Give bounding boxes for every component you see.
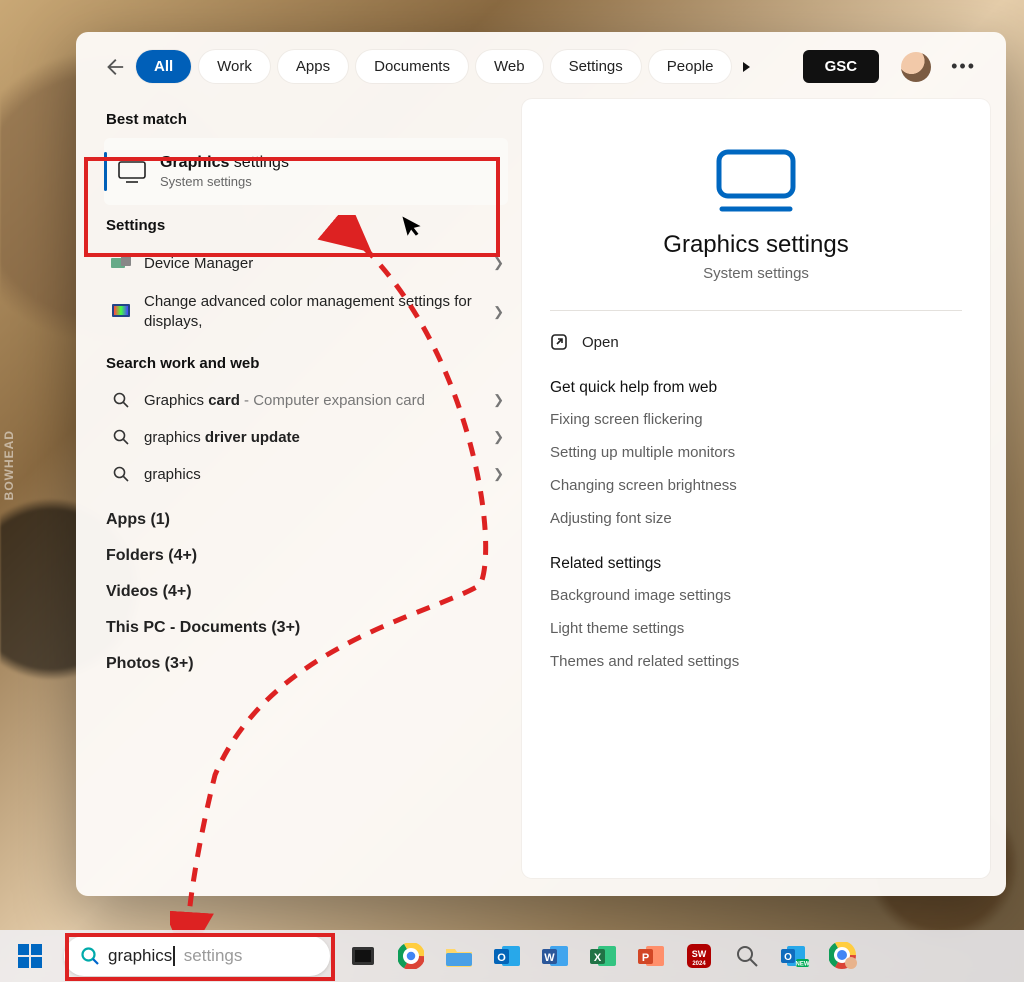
settings-item-color-management[interactable]: Change advanced color management setting… — [104, 282, 508, 343]
chevron-right-icon: ❯ — [493, 304, 504, 320]
open-label: Open — [582, 334, 619, 351]
chevron-right-icon: ❯ — [493, 466, 504, 482]
taskbar-app-chrome-profile[interactable] — [822, 935, 864, 977]
filter-tab-apps[interactable]: Apps — [278, 50, 348, 83]
search-icon — [110, 429, 132, 445]
open-external-icon — [550, 333, 568, 351]
filter-tab-documents[interactable]: Documents — [356, 50, 468, 83]
web-search-item[interactable]: graphics ❯ — [104, 456, 508, 493]
filter-tab-all[interactable]: All — [136, 50, 191, 83]
result-category-heading[interactable]: This PC - Documents (3+) — [106, 619, 508, 637]
filter-tab-web[interactable]: Web — [476, 50, 543, 83]
color-management-icon — [110, 304, 132, 320]
related-setting-link[interactable]: Light theme settings — [550, 620, 962, 637]
open-action[interactable]: Open — [550, 333, 962, 351]
quick-help-link[interactable]: Adjusting font size — [550, 510, 962, 527]
taskbar-search-input[interactable]: graphics settings — [64, 936, 330, 976]
quick-help-link[interactable]: Setting up multiple monitors — [550, 444, 962, 461]
quick-help-link[interactable]: Fixing screen flickering — [550, 411, 962, 428]
gsc-button[interactable]: GSC — [803, 50, 880, 83]
svg-text:P: P — [642, 952, 649, 964]
taskbar-app-magnifier[interactable] — [726, 935, 768, 977]
result-category-heading[interactable]: Videos (4+) — [106, 583, 508, 601]
taskbar-app-solidworks[interactable]: SW 2024 — [678, 935, 720, 977]
taskbar: graphics settings O W X P SW 2024 O NEW — [0, 930, 1024, 982]
windows-logo-icon — [18, 944, 42, 968]
back-button[interactable] — [100, 53, 128, 81]
quick-help-link[interactable]: Changing screen brightness — [550, 477, 962, 494]
results-column: Best match Graphics settings System sett… — [104, 99, 508, 878]
svg-text:O: O — [784, 952, 792, 963]
web-search-label: graphics driver update — [144, 429, 481, 446]
filter-tab-settings[interactable]: Settings — [551, 50, 641, 83]
result-category-heading[interactable]: Photos (3+) — [106, 655, 508, 673]
start-search-panel: AllWorkAppsDocumentsWebSettingsPeople GS… — [76, 32, 1006, 896]
taskbar-app-task-view[interactable] — [342, 935, 384, 977]
result-category-heading[interactable]: Apps (1) — [106, 511, 508, 529]
taskbar-app-chrome[interactable] — [390, 935, 432, 977]
best-match-result[interactable]: Graphics settings System settings — [104, 138, 508, 205]
start-button[interactable] — [4, 934, 56, 978]
related-settings-heading: Related settings — [550, 555, 962, 573]
filter-tab-work[interactable]: Work — [199, 50, 270, 83]
web-search-item[interactable]: Graphics card - Computer expansion card … — [104, 382, 508, 419]
settings-item-label: Device Manager — [144, 255, 481, 272]
search-filter-header: AllWorkAppsDocumentsWebSettingsPeople GS… — [76, 32, 1006, 91]
filter-tab-people[interactable]: People — [649, 50, 732, 83]
best-match-text: Graphics settings System settings — [160, 154, 289, 189]
preview-pane: Graphics settings System settings Open G… — [522, 99, 990, 878]
preview-display-icon — [550, 149, 962, 213]
search-autocomplete-ghost: settings — [184, 946, 243, 966]
search-icon — [80, 946, 100, 966]
web-search-label: Graphics card - Computer expansion card — [144, 392, 481, 409]
svg-text:SW: SW — [692, 949, 707, 959]
search-icon — [110, 466, 132, 482]
svg-text:NEW: NEW — [796, 962, 810, 968]
settings-item-device-manager[interactable]: Device Manager ❯ — [104, 244, 508, 282]
taskbar-app-powerpoint[interactable]: P — [630, 935, 672, 977]
best-match-heading: Best match — [106, 111, 508, 128]
preview-title: Graphics settings — [550, 231, 962, 259]
settings-heading: Settings — [106, 217, 508, 234]
related-setting-link[interactable]: Themes and related settings — [550, 653, 962, 670]
taskbar-app-excel[interactable]: X — [582, 935, 624, 977]
wallpaper-brand-label: BOWHEAD — [2, 430, 16, 500]
device-manager-icon — [110, 254, 132, 272]
user-avatar[interactable] — [901, 52, 931, 82]
text-cursor — [173, 946, 175, 966]
chevron-right-icon: ❯ — [493, 255, 504, 271]
display-icon — [118, 161, 146, 183]
search-icon — [110, 392, 132, 408]
taskbar-app-outlook-new[interactable]: O NEW — [774, 935, 816, 977]
svg-text:2024: 2024 — [692, 961, 706, 967]
divider — [550, 310, 962, 311]
more-menu-button[interactable]: ••• — [951, 56, 982, 77]
preview-subtitle: System settings — [550, 265, 962, 282]
web-search-item[interactable]: graphics driver update ❯ — [104, 419, 508, 456]
svg-text:O: O — [497, 952, 506, 964]
chevron-right-icon: ❯ — [493, 392, 504, 408]
taskbar-app-file-explorer[interactable] — [438, 935, 480, 977]
chevron-right-icon: ❯ — [493, 429, 504, 445]
result-category-heading[interactable]: Folders (4+) — [106, 547, 508, 565]
svg-text:W: W — [544, 952, 555, 964]
selection-indicator — [104, 152, 107, 191]
search-web-heading: Search work and web — [106, 355, 508, 372]
more-tabs-caret-icon[interactable] — [739, 61, 755, 73]
settings-item-label: Change advanced color management setting… — [144, 292, 481, 333]
search-typed-text: graphics — [108, 946, 172, 966]
quick-help-heading: Get quick help from web — [550, 379, 962, 397]
taskbar-app-word[interactable]: W — [534, 935, 576, 977]
web-search-label: graphics — [144, 466, 481, 483]
svg-text:X: X — [594, 952, 602, 964]
taskbar-app-outlook[interactable]: O — [486, 935, 528, 977]
related-setting-link[interactable]: Background image settings — [550, 587, 962, 604]
